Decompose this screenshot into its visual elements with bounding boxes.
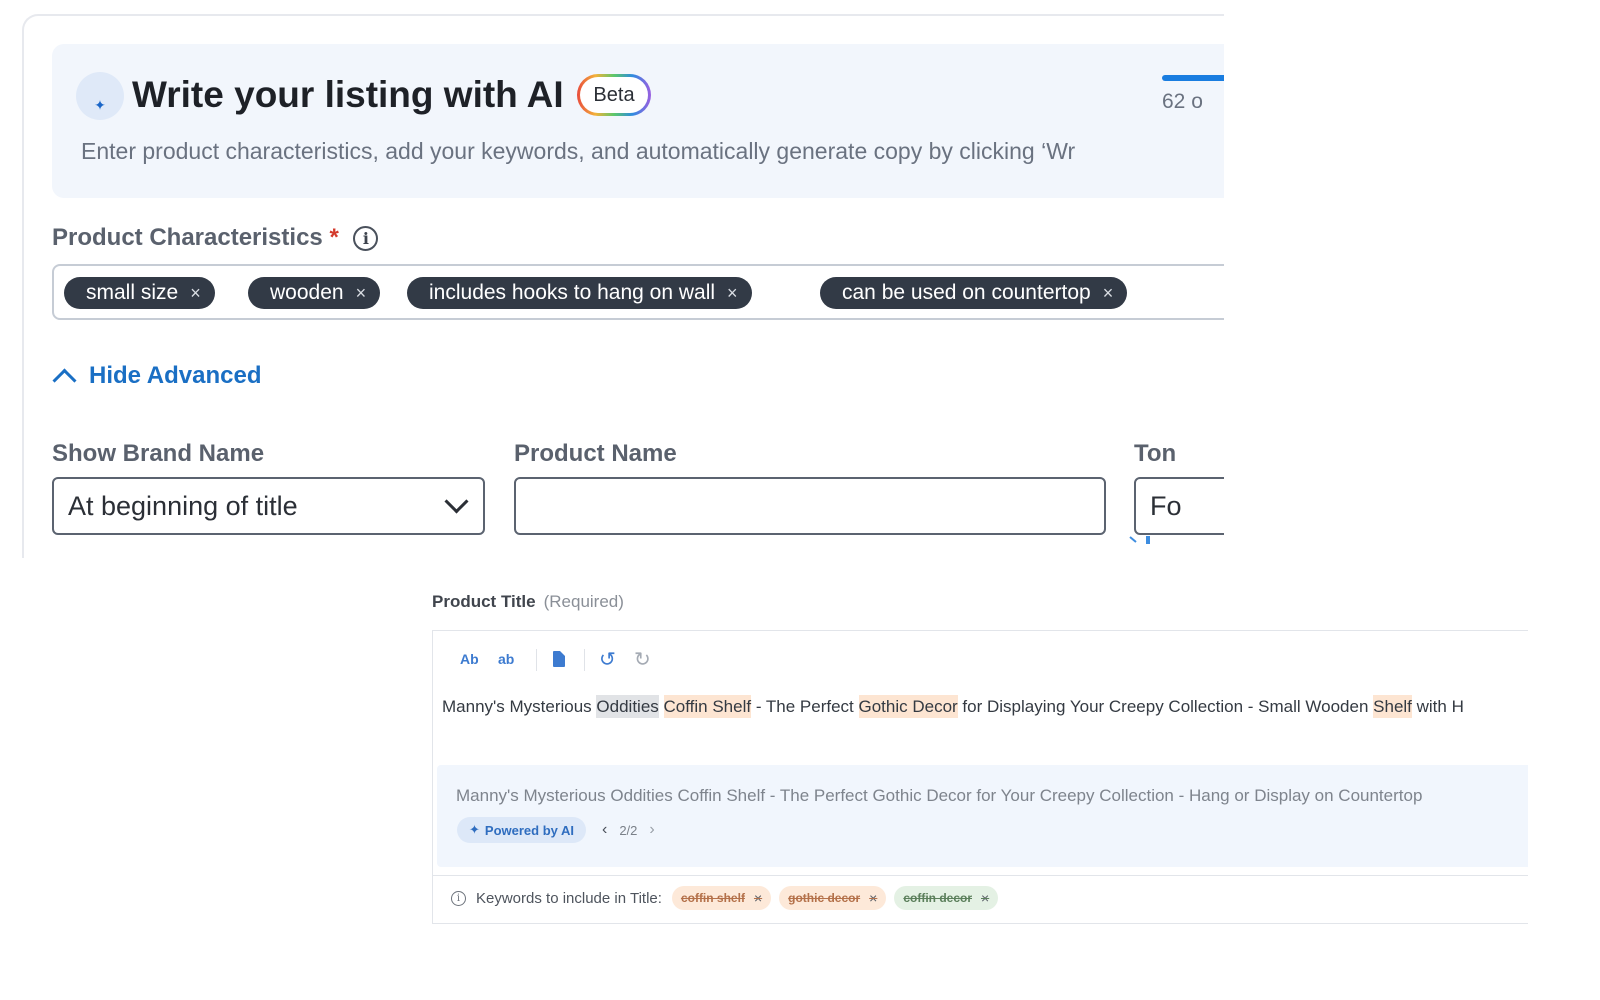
powered-by-ai-label: Powered by AI xyxy=(484,822,575,838)
listing-form-panel: ✦ Write your listing with AI Beta 62 o E… xyxy=(22,14,1224,558)
chip-remove-icon[interactable]: × xyxy=(1103,283,1114,304)
chevron-right-icon[interactable]: › xyxy=(649,821,654,839)
ai-suggestion-text[interactable]: Manny's Mysterious Oddities Coffin Shelf… xyxy=(456,786,1422,806)
redo-icon[interactable]: ↻ xyxy=(634,647,651,672)
keyword-highlight: Gothic Decor xyxy=(858,695,958,718)
tone-selected: Fo xyxy=(1150,490,1182,521)
undo-icon[interactable]: ↺ xyxy=(599,647,616,672)
title-text-segment: Manny's Mysterious xyxy=(442,697,597,716)
keyword-highlight: Shelf xyxy=(1373,695,1412,718)
product-title-label-text: Product Title xyxy=(432,592,536,611)
characteristic-chip: includes hooks to hang on wall × xyxy=(407,277,752,309)
chevron-down-icon xyxy=(444,489,469,514)
chip-remove-icon[interactable]: × xyxy=(727,283,738,304)
lowercase-button[interactable]: ab xyxy=(498,651,514,667)
chip-remove-icon[interactable]: × xyxy=(356,283,367,304)
title-text-highlight: Oddities xyxy=(596,695,659,718)
keyword-chip-label: gothic decor xyxy=(788,891,861,905)
capitalize-button[interactable]: Ab xyxy=(460,651,479,667)
sparkle-icon: ✦ xyxy=(76,72,124,120)
keyword-chip-label: coffin shelf xyxy=(680,891,745,905)
keyword-highlight: Coffin Shelf xyxy=(663,695,752,718)
brand-name-select[interactable]: At beginning of title xyxy=(52,477,485,535)
title-text-segment: with H xyxy=(1411,697,1464,716)
document-icon[interactable] xyxy=(553,651,565,667)
title-editor: Ab ab ↺ ↻ Manny's Mysterious Oddities Co… xyxy=(432,630,1528,924)
chip-label: includes hooks to hang on wall xyxy=(429,281,716,304)
characteristics-input[interactable]: small size × wooden × includes hooks to … xyxy=(52,264,1224,320)
characteristic-chip: can be used on countertop × xyxy=(820,277,1128,309)
info-icon[interactable]: i xyxy=(451,890,466,906)
title-text-segment xyxy=(659,697,664,716)
beta-badge: Beta xyxy=(577,74,651,116)
brand-name-selected: At beginning of title xyxy=(68,490,298,521)
info-icon[interactable]: i xyxy=(353,226,379,252)
keywords-label: Keywords to include in Title: xyxy=(476,889,662,907)
usage-progress-bar xyxy=(1162,75,1224,81)
chevron-up-icon xyxy=(52,367,77,393)
pager-count: 2/2 xyxy=(619,822,638,838)
keyword-remove-icon[interactable]: × xyxy=(869,890,877,906)
ai-banner-title: Write your listing with AI xyxy=(132,74,564,115)
required-marker: * xyxy=(329,224,339,251)
keyword-chip-label: coffin decor xyxy=(903,891,973,905)
divider xyxy=(433,875,1528,876)
title-keywords-row: i Keywords to include in Title: coffin s… xyxy=(451,883,1006,913)
product-name-label: Product Name xyxy=(514,440,677,467)
product-title-panel: Product Title (Required) Ab ab ↺ ↻ Manny'… xyxy=(432,582,1528,932)
keyword-chip: gothic decor × xyxy=(779,886,887,910)
tone-label: Ton xyxy=(1134,440,1177,467)
product-name-input[interactable] xyxy=(514,477,1106,535)
usage-progress-text: 62 o xyxy=(1162,90,1203,113)
brand-name-label: Show Brand Name xyxy=(52,440,265,467)
title-text-segment: for Displaying Your Creepy Collection - … xyxy=(957,697,1374,716)
sparkle-icon: ✦ xyxy=(469,822,480,837)
hide-advanced-toggle[interactable]: Hide Advanced xyxy=(52,362,262,393)
characteristics-label-text: Product Characteristics xyxy=(52,224,323,251)
toolbar-divider xyxy=(584,649,585,671)
keyword-chip: coffin decor × xyxy=(894,886,999,910)
chip-label: wooden xyxy=(270,281,344,304)
hide-advanced-label: Hide Advanced xyxy=(89,362,262,389)
chevron-left-icon[interactable]: ‹ xyxy=(602,821,607,839)
tone-select[interactable]: Fo xyxy=(1134,477,1224,535)
keyword-remove-icon[interactable]: × xyxy=(754,890,762,906)
chip-label: can be used on countertop xyxy=(842,281,1091,304)
characteristic-chip: wooden × xyxy=(248,277,381,309)
editor-toolbar: Ab ab ↺ ↻ xyxy=(433,631,1528,691)
characteristics-label: Product Characteristics * i xyxy=(52,224,379,252)
required-note: (Required) xyxy=(543,592,624,611)
chip-label: small size xyxy=(86,281,179,304)
title-text-segment: - The Perfect xyxy=(751,697,859,716)
title-editor-text[interactable]: Manny's Mysterious Oddities Coffin Shelf… xyxy=(442,695,1464,718)
toolbar-divider xyxy=(536,649,537,671)
keyword-chip: coffin shelf × xyxy=(671,886,772,910)
resize-handle-icon xyxy=(1129,536,1150,544)
ai-suggestion-box[interactable]: Manny's Mysterious Oddities Coffin Shelf… xyxy=(437,765,1528,867)
ai-banner: ✦ Write your listing with AI Beta 62 o E… xyxy=(52,44,1224,198)
chip-remove-icon[interactable]: × xyxy=(190,283,201,304)
ai-banner-description: Enter product characteristics, add your … xyxy=(81,138,1076,164)
characteristic-chip: small size × xyxy=(64,277,215,309)
keyword-remove-icon[interactable]: × xyxy=(981,890,989,906)
product-title-label: Product Title (Required) xyxy=(432,592,624,612)
powered-by-ai-badge: ✦ Powered by AI xyxy=(457,817,587,843)
suggestion-pager: ‹ 2/2 › xyxy=(602,821,655,839)
